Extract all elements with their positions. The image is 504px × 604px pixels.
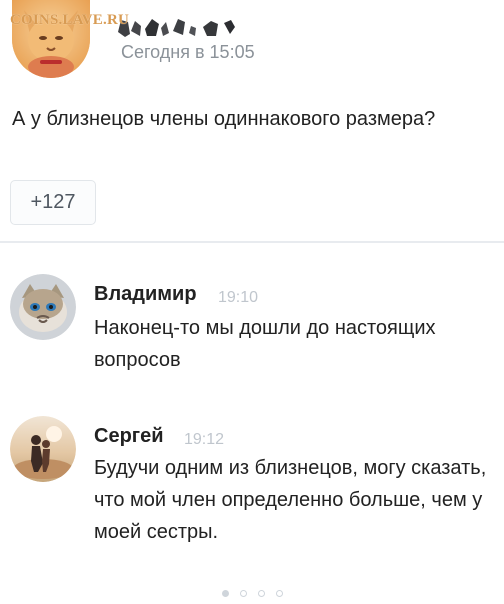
pager-dot[interactable] — [257, 589, 265, 597]
comment-timestamp: 19:12 — [184, 431, 225, 448]
comments-divider — [0, 241, 504, 243]
watermark-text: COINS.LAVE.RU — [10, 12, 130, 28]
pager-dot[interactable] — [221, 589, 229, 597]
comment-author-name[interactable]: Владимир — [94, 283, 197, 306]
pager-dot[interactable] — [275, 589, 283, 597]
couple-silhouette-avatar-icon[interactable] — [10, 416, 76, 482]
redacted-name-icon — [117, 12, 242, 38]
comment-text: Наконец-то мы дошли до настоящих вопросо… — [94, 317, 436, 371]
comment-timestamp: 19:10 — [218, 289, 259, 306]
comment-text: Будучи одним из близнецов, могу сказать,… — [94, 457, 487, 543]
image-pager — [0, 586, 504, 600]
post-text: А у близнецов члены одиннакового размера… — [12, 108, 436, 130]
grumpy-cat-avatar-icon[interactable] — [10, 274, 76, 340]
like-count: +127 — [30, 191, 76, 213]
post-header: COINS.LAVE.RU Сегодня в 15:05 — [0, 0, 504, 86]
post-timestamp: Сегодня в 15:05 — [121, 42, 255, 62]
like-count-button[interactable]: +127 — [10, 180, 96, 225]
comment-author-name[interactable]: Сергей — [94, 425, 164, 448]
pager-dot[interactable] — [239, 589, 247, 597]
